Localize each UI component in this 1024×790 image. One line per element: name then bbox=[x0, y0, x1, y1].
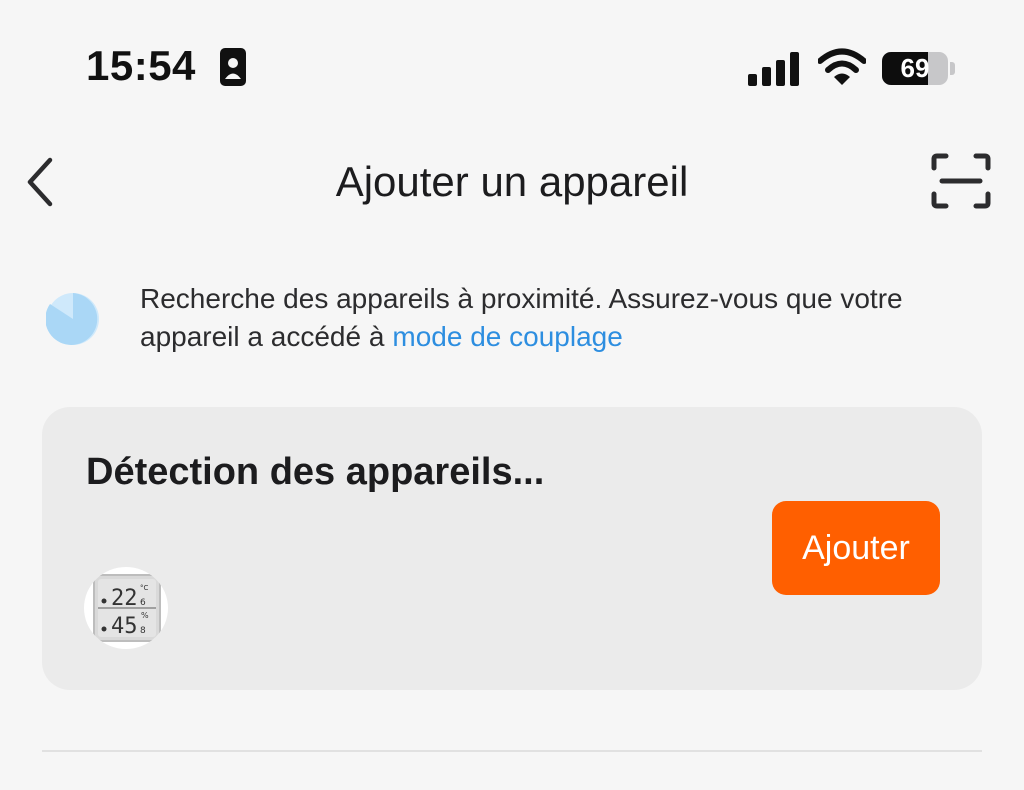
battery-tip bbox=[950, 62, 955, 75]
id-card-icon bbox=[220, 48, 246, 86]
device-humidity-decimal: 8 bbox=[140, 626, 146, 636]
scan-icon[interactable] bbox=[930, 152, 992, 210]
detection-title: Détection des appareils... bbox=[86, 451, 545, 493]
device-temp-decimal: 6 bbox=[140, 598, 146, 608]
divider bbox=[42, 750, 982, 752]
device-humidity-reading: 45 bbox=[111, 614, 138, 639]
pairing-mode-link[interactable]: mode de couplage bbox=[392, 321, 622, 352]
device-humidity-unit: % bbox=[141, 611, 149, 620]
thermometer-hygrometer-icon: 22 6 °C 45 8 % bbox=[93, 574, 161, 642]
device-detection-card: Détection des appareils... Ajouter 22 6 … bbox=[42, 407, 982, 690]
device-temp-reading: 22 bbox=[111, 586, 138, 611]
search-hint: Recherche des appareils à proximité. Ass… bbox=[140, 280, 1000, 356]
status-time: 15:54 bbox=[86, 42, 196, 89]
device-thumbnail[interactable]: 22 6 °C 45 8 % bbox=[84, 567, 168, 649]
battery-level: 69 bbox=[900, 53, 930, 83]
status-bar: 15:54 69 bbox=[0, 0, 1024, 130]
page-title: Ajouter un appareil bbox=[335, 158, 689, 205]
battery-icon: 69 bbox=[882, 52, 948, 85]
cellular-signal-icon bbox=[748, 52, 799, 86]
searching-spinner-icon bbox=[46, 293, 99, 345]
device-temp-unit: °C bbox=[140, 584, 149, 592]
wifi-icon bbox=[818, 48, 866, 85]
add-device-button[interactable]: Ajouter bbox=[772, 501, 940, 595]
